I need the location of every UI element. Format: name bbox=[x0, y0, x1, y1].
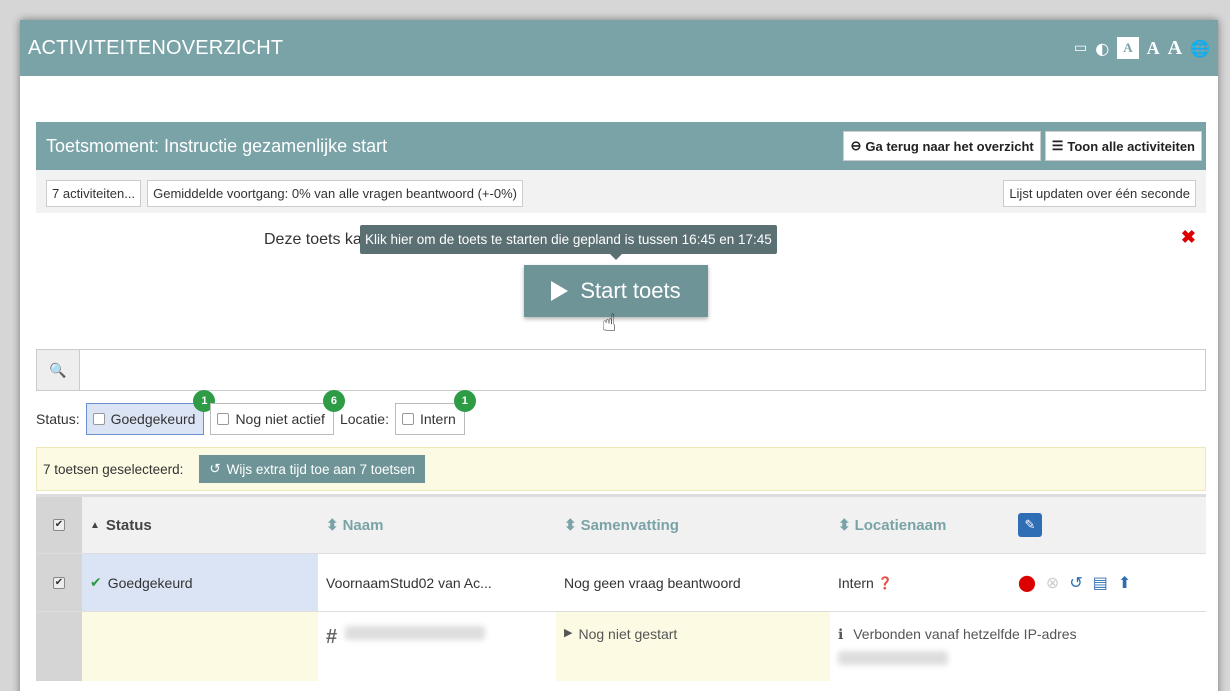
detail-id-cell: # bbox=[318, 612, 556, 681]
activities-table: ✔ ▲ Status ⬍ Naam ⬍ Samenvatting ⬍ Locat… bbox=[36, 494, 1206, 681]
filter-label: Nog niet actief bbox=[235, 411, 325, 427]
panel-title: Toetsmoment: Instructie gezamenlijke sta… bbox=[46, 135, 388, 156]
redacted-id bbox=[345, 626, 486, 640]
select-all-checkbox[interactable]: ✔ bbox=[53, 519, 65, 531]
status-filter-label: Status: bbox=[36, 411, 80, 427]
table-detail-row: # ▶ Nog niet gestart ℹ Verbonden vanaf h… bbox=[36, 611, 1206, 681]
selection-bar: 7 toetsen geselecteerd: ↺ Wijs extra tij… bbox=[36, 447, 1206, 491]
font-size-small-button[interactable]: A bbox=[1117, 37, 1139, 59]
back-label: Ga terug naar het overzicht bbox=[865, 138, 1034, 154]
hand-cursor-icon: ☝ bbox=[602, 309, 617, 337]
check-icon: ✔ bbox=[90, 574, 102, 591]
filter-label: Intern bbox=[419, 411, 456, 427]
column-locatienaam[interactable]: ⬍ Locatienaam bbox=[830, 497, 1010, 553]
accessibility-toolbar: ▭ ◐ A A A 🌐 bbox=[1074, 37, 1210, 60]
sort-asc-icon: ▲ bbox=[90, 519, 100, 531]
count-badge: 6 bbox=[322, 390, 345, 412]
page: ACTIVITEITENOVERZICHT ▭ ◐ A A A 🌐 Toetsm… bbox=[20, 20, 1218, 691]
filter-goedgekeurd[interactable]: Goedgekeurd 1 bbox=[85, 390, 216, 435]
column-locatienaam-label: Locatienaam bbox=[854, 516, 947, 534]
start-tooltip: Klik hier om de toets te starten die gep… bbox=[360, 225, 777, 260]
sort-icon: ⬍ bbox=[564, 517, 577, 534]
column-status[interactable]: ▲ Status bbox=[82, 497, 318, 553]
play-circle-icon: ▶ bbox=[564, 627, 573, 639]
panel-header: Toetsmoment: Instructie gezamenlijke sta… bbox=[36, 122, 1206, 170]
monitor-icon[interactable]: ▭ bbox=[1074, 40, 1087, 56]
column-status-label: Status bbox=[105, 516, 152, 534]
column-naam[interactable]: ⬍ Naam bbox=[318, 497, 556, 553]
search-input[interactable] bbox=[80, 349, 1206, 391]
samenvatting-cell: Nog geen vraag beantwoord bbox=[564, 574, 741, 591]
help-icon[interactable]: ❓ bbox=[878, 576, 893, 590]
circle-arrow-left-icon: ⊖ bbox=[850, 138, 862, 153]
start-test-label: Start toets bbox=[580, 278, 681, 303]
sort-icon: ⬍ bbox=[838, 517, 851, 534]
filter-intern[interactable]: Intern 1 bbox=[394, 390, 476, 435]
details-list-icon[interactable]: ▤ bbox=[1093, 573, 1108, 592]
filter-label: Goedgekeurd bbox=[110, 411, 196, 427]
font-size-large-button[interactable]: A bbox=[1168, 37, 1182, 60]
close-icon[interactable]: ✖ bbox=[1181, 227, 1196, 248]
globe-icon[interactable]: 🌐 bbox=[1190, 39, 1210, 58]
column-naam-label: Naam bbox=[342, 516, 384, 534]
app-header: ACTIVITEITENOVERZICHT ▭ ◐ A A A 🌐 bbox=[20, 20, 1218, 76]
extra-time-button[interactable]: ↺ Wijs extra tijd toe aan 7 toetsen bbox=[199, 455, 426, 483]
row-checkbox[interactable]: ✔ bbox=[53, 576, 65, 589]
test-panel: Toetsmoment: Instructie gezamenlijke sta… bbox=[36, 122, 1206, 491]
checkbox[interactable] bbox=[217, 413, 230, 425]
info-value: Verbonden vanaf hetzelfde IP-adres bbox=[853, 626, 1077, 642]
show-all-label: Toon alle activiteiten bbox=[1067, 138, 1195, 154]
detail-info-cell: ℹ Verbonden vanaf hetzelfde IP-adres bbox=[830, 612, 1190, 681]
list-icon: ☰ bbox=[1051, 138, 1064, 153]
filter-bar: Status: Goedgekeurd 1 Nog niet actief 6 … bbox=[36, 390, 1206, 441]
average-progress: Gemiddelde voortgang: 0% van alle vragen… bbox=[147, 180, 523, 207]
count-badge: 1 bbox=[453, 390, 476, 412]
locatie-value: Intern bbox=[838, 574, 874, 591]
activity-count-button[interactable]: 7 activiteiten... bbox=[46, 180, 142, 207]
locatie-cell: Intern ❓ bbox=[830, 554, 1010, 611]
contrast-icon[interactable]: ◐ bbox=[1095, 39, 1109, 58]
status-cell: ✔ Goedgekeurd bbox=[82, 554, 318, 611]
start-notice: Deze toets kan gestart worden tussen 16:… bbox=[36, 213, 1206, 341]
column-samenvatting[interactable]: ⬍ Samenvatting bbox=[556, 497, 830, 553]
checkbox[interactable] bbox=[92, 413, 105, 425]
redacted-ip bbox=[838, 651, 948, 665]
history-icon: ↺ bbox=[209, 461, 221, 476]
checkbox[interactable] bbox=[401, 413, 414, 425]
search-bar: 🔍 bbox=[36, 349, 1206, 391]
status-value: Goedgekeurd bbox=[107, 574, 193, 591]
naam-cell: VoornaamStud02 van Ac... bbox=[326, 574, 492, 591]
stats-row: 7 activiteiten... Gemiddelde voortgang: … bbox=[46, 170, 1196, 213]
stop-icon[interactable]: ⬤ bbox=[1018, 573, 1036, 592]
font-size-medium-button[interactable]: A bbox=[1147, 38, 1160, 59]
extra-time-label: Wijs extra tijd toe aan 7 toetsen bbox=[226, 461, 416, 477]
update-list-button[interactable]: Lijst updaten over één seconde bbox=[1003, 180, 1196, 207]
sort-icon: ⬍ bbox=[326, 517, 339, 534]
history-icon[interactable]: ↺ bbox=[1069, 573, 1082, 592]
back-to-overview-button[interactable]: ⊖ Ga terug naar het overzicht bbox=[843, 131, 1041, 161]
cancel-icon: ⊗ bbox=[1045, 573, 1060, 592]
show-all-activities-button[interactable]: ☰ Toon alle activiteiten bbox=[1044, 131, 1202, 161]
filter-nog-niet-actief[interactable]: Nog niet actief 6 bbox=[210, 390, 345, 435]
selection-text: 7 toetsen geselecteerd: bbox=[43, 461, 184, 477]
column-samenvatting-label: Samenvatting bbox=[580, 516, 679, 534]
table-header: ✔ ▲ Status ⬍ Naam ⬍ Samenvatting ⬍ Locat… bbox=[36, 497, 1206, 553]
detail-progress-cell: ▶ Nog niet gestart bbox=[556, 612, 830, 681]
location-filter-label: Locatie: bbox=[339, 411, 389, 427]
search-icon[interactable]: 🔍 bbox=[36, 349, 80, 391]
info-icon: ℹ bbox=[838, 626, 844, 642]
table-row[interactable]: ✔ ✔ Goedgekeurd VoornaamStud02 van Ac...… bbox=[36, 553, 1206, 611]
panel-body: 7 activiteiten... Gemiddelde voortgang: … bbox=[36, 170, 1206, 213]
edit-icon[interactable]: ✎ bbox=[1018, 513, 1042, 537]
progress-value: Nog niet gestart bbox=[578, 626, 678, 642]
hash-icon: # bbox=[326, 626, 338, 648]
upload-icon[interactable]: ⬆ bbox=[1118, 573, 1131, 592]
row-actions: ⬤ ⊗ ↺ ▤ ⬆ bbox=[1018, 573, 1131, 592]
play-icon bbox=[551, 281, 569, 301]
app-title: ACTIVITEITENOVERZICHT bbox=[28, 36, 284, 59]
